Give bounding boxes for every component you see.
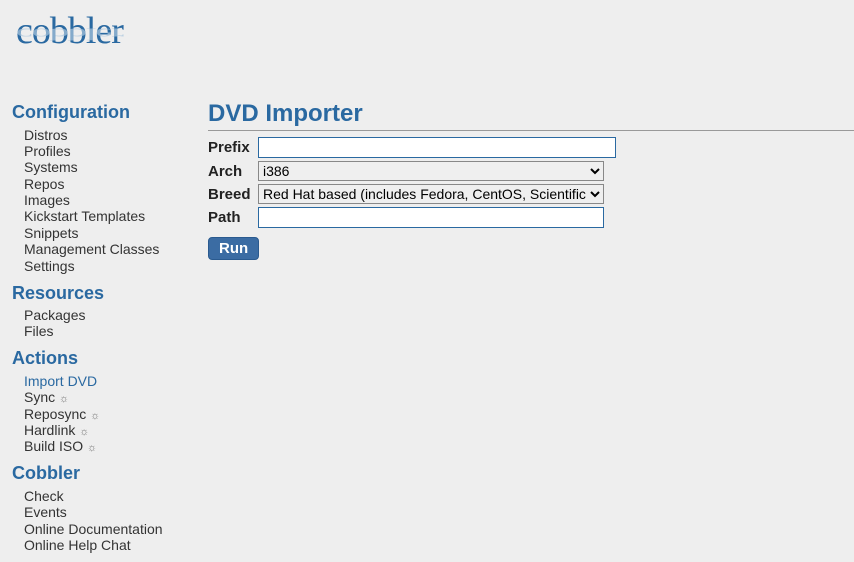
link-help-chat[interactable]: Online Help Chat	[24, 537, 131, 553]
page-title: DVD Importer	[208, 100, 854, 128]
link-build-iso[interactable]: Build ISO	[24, 438, 83, 454]
sidebar-item-events: Events	[24, 505, 208, 521]
sidebar-item-help-chat: Online Help Chat	[24, 537, 208, 553]
gear-icon: ☼	[59, 393, 69, 405]
sidebar-item-reposync: Reposync ☼	[24, 406, 208, 422]
sidebar-item-build-iso: Build ISO ☼	[24, 439, 208, 455]
sidebar-item-profiles: Profiles	[24, 143, 208, 159]
link-import-dvd[interactable]: Import DVD	[24, 373, 97, 389]
link-online-docs[interactable]: Online Documentation	[24, 521, 163, 537]
sidebar-heading-actions: Actions	[8, 348, 208, 369]
link-distros[interactable]: Distros	[24, 127, 68, 143]
sidebar: Configuration Distros Profiles Systems R…	[8, 94, 208, 562]
sidebar-item-snippets: Snippets	[24, 225, 208, 241]
link-files[interactable]: Files	[24, 323, 54, 339]
sidebar-item-hardlink: Hardlink ☼	[24, 422, 208, 438]
run-button[interactable]: Run	[208, 237, 259, 260]
sidebar-item-files: Files	[24, 324, 208, 340]
link-systems[interactable]: Systems	[24, 159, 78, 175]
sidebar-item-packages: Packages	[24, 308, 208, 324]
link-images[interactable]: Images	[24, 192, 70, 208]
link-management-classes[interactable]: Management Classes	[24, 241, 159, 257]
link-settings[interactable]: Settings	[24, 258, 75, 274]
sidebar-heading-resources: Resources	[8, 283, 208, 304]
path-label: Path	[208, 209, 258, 226]
link-hardlink[interactable]: Hardlink	[24, 422, 75, 438]
arch-label: Arch	[208, 163, 258, 180]
path-input[interactable]	[258, 207, 604, 228]
link-check[interactable]: Check	[24, 488, 64, 504]
prefix-input[interactable]	[258, 137, 616, 158]
link-events[interactable]: Events	[24, 504, 67, 520]
sidebar-item-distros: Distros	[24, 127, 208, 143]
sidebar-item-repos: Repos	[24, 176, 208, 192]
gear-icon: ☼	[79, 426, 89, 438]
arch-select[interactable]: i386	[258, 161, 604, 181]
sidebar-item-check: Check	[24, 488, 208, 504]
sidebar-item-mgmt-classes: Management Classes	[24, 242, 208, 258]
prefix-label: Prefix	[208, 139, 258, 156]
link-snippets[interactable]: Snippets	[24, 225, 78, 241]
link-kickstart-templates[interactable]: Kickstart Templates	[24, 208, 145, 224]
divider	[208, 130, 854, 131]
main-content: DVD Importer Prefix Arch i386 Breed Red …	[208, 94, 854, 562]
sidebar-item-systems: Systems	[24, 160, 208, 176]
breed-select[interactable]: Red Hat based (includes Fedora, CentOS, …	[258, 184, 604, 204]
link-profiles[interactable]: Profiles	[24, 143, 71, 159]
sidebar-item-sync: Sync ☼	[24, 390, 208, 406]
sidebar-item-kickstart: Kickstart Templates	[24, 209, 208, 225]
link-reposync[interactable]: Reposync	[24, 406, 86, 422]
sidebar-item-docs: Online Documentation	[24, 521, 208, 537]
link-packages[interactable]: Packages	[24, 307, 85, 323]
sidebar-item-settings: Settings	[24, 258, 208, 274]
gear-icon: ☼	[90, 410, 100, 422]
gear-icon: ☼	[87, 442, 97, 454]
sidebar-heading-cobbler: Cobbler	[8, 463, 208, 484]
sidebar-item-images: Images	[24, 193, 208, 209]
logo-reflection: cobbler	[16, 24, 854, 44]
logo: cobbler cobbler	[0, 0, 854, 94]
breed-label: Breed	[208, 186, 258, 203]
sidebar-heading-configuration: Configuration	[8, 102, 208, 123]
sidebar-item-import-dvd: Import DVD	[24, 373, 208, 389]
link-repos[interactable]: Repos	[24, 176, 64, 192]
link-sync[interactable]: Sync	[24, 389, 55, 405]
